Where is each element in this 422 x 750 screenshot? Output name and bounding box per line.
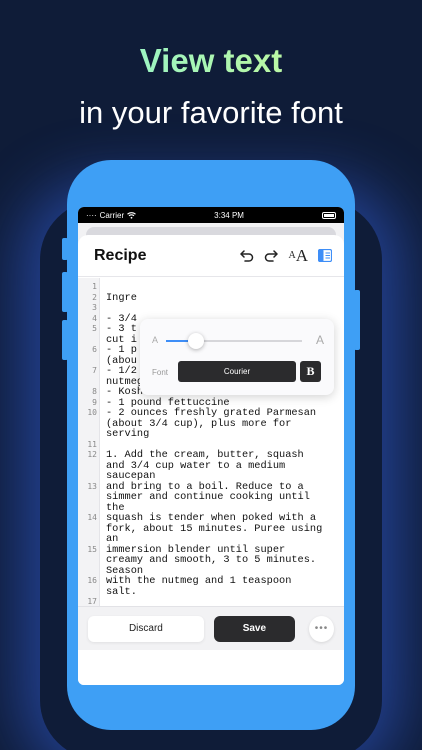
line-text: Ingre [106, 291, 137, 304]
line-number: 8 [92, 387, 97, 396]
line-number: 17 [87, 597, 97, 606]
line-number: 7 [92, 366, 97, 375]
editor-line: 13 and bring to a boil. Reduce to a simme… [78, 480, 344, 514]
editor-line: 17 [78, 597, 344, 606]
line-number: 1 [92, 282, 97, 291]
phone-volume-up [62, 272, 68, 312]
font-size-slider-row: A A [150, 333, 324, 349]
more-options-button[interactable]: ••• [308, 615, 334, 642]
wifi-icon [127, 211, 136, 219]
editor-line: 12 1. Add the cream, butter, squash and 3… [78, 450, 344, 482]
battery-icon [322, 211, 336, 219]
line-text: 1. Add the cream, butter, squash and 3/4… [106, 449, 304, 482]
line-text: - 2 ounces freshly grated Parmesan (abou… [106, 407, 317, 440]
editor-line: 14 squash is tender when poked with a for… [78, 513, 344, 545]
line-text: squash is tender when poked with a fork,… [106, 512, 323, 545]
font-size-icon[interactable]: AA [288, 246, 308, 266]
editor-line: 15 immersion blender until super creamy a… [78, 543, 344, 577]
line-number: 11 [87, 439, 97, 449]
signal-dots: ···· [86, 210, 97, 220]
line-number: 14 [87, 513, 97, 522]
slider-thumb[interactable] [187, 333, 204, 349]
line-number: 4 [92, 313, 97, 323]
line-number: 12 [87, 450, 97, 459]
headline-subtitle: in your favorite font [79, 95, 343, 130]
editor-line: 3 [78, 303, 344, 314]
status-bar: ···· Carrier 3:34 PM [78, 207, 344, 223]
phone-mute-switch [62, 238, 68, 260]
line-number: 9 [92, 397, 97, 407]
line-text: and bring to a boil. Reduce to a simmer … [106, 480, 310, 514]
font-picker-button[interactable]: Courier [178, 361, 296, 382]
save-button[interactable]: Save [213, 615, 295, 642]
sidebar-icon[interactable] [318, 249, 332, 262]
document-sheet: Recipe AA 1 2 Ingre 3 4 - 3/4 5 - 3 t cu… [78, 235, 344, 685]
editor-line: 10 - 2 ounces freshly grated Parmesan (ab… [78, 408, 344, 440]
line-number: 2 [92, 292, 97, 302]
size-max-label: A [315, 333, 324, 347]
line-number: 15 [87, 544, 97, 554]
editor-line: 2 Ingre [78, 291, 344, 304]
line-number: 3 [92, 303, 97, 312]
discard-button[interactable]: Discard [88, 615, 204, 642]
line-number: 13 [87, 481, 97, 491]
editor-line: 16 with the nutmeg and 1 teaspoon salt. [78, 576, 344, 597]
editor-toolbar: Recipe AA [78, 235, 344, 277]
bold-toggle-button[interactable]: B [300, 361, 321, 382]
redo-icon[interactable] [264, 249, 279, 262]
undo-icon[interactable] [240, 249, 254, 262]
line-number: 6 [92, 345, 97, 354]
bottom-action-bar: Discard Save ••• [78, 606, 344, 650]
phone-volume-down [62, 320, 68, 360]
line-number: 10 [87, 408, 97, 417]
headline-title: View text [0, 42, 422, 80]
editor-line: 1 [78, 282, 344, 293]
line-number: 16 [87, 576, 97, 585]
line-number: 5 [92, 324, 97, 333]
document-title: Recipe [94, 246, 147, 264]
font-settings-popover: A A Font Courier B [140, 319, 334, 395]
phone-power-button [354, 290, 360, 350]
app-screen: ···· Carrier 3:34 PM Recipe A A 1 2 Ingr… [78, 207, 344, 685]
clock: 3:34 PM [214, 210, 244, 220]
font-size-slider[interactable] [166, 333, 302, 349]
line-text: with the nutmeg and 1 teaspoon salt. [106, 575, 292, 598]
carrier-label: Carrier [99, 210, 125, 220]
size-min-label: A [152, 335, 159, 345]
line-text: immersion blender until super creamy and… [106, 543, 317, 577]
font-label: Font [152, 368, 169, 377]
